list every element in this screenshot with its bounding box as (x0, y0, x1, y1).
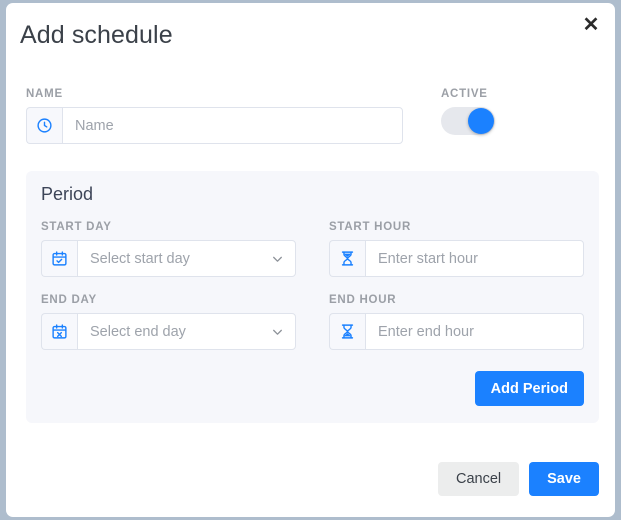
hourglass-full-icon (329, 240, 365, 277)
close-icon[interactable]: ✕ (578, 12, 604, 38)
start-hour-label: START HOUR (329, 221, 412, 233)
active-label: ACTIVE (441, 88, 488, 100)
hourglass-empty-icon (329, 313, 365, 350)
start-day-group: START DAY Select start day (41, 221, 296, 277)
dialog-header: Add schedule ✕ (6, 3, 615, 69)
active-toggle-knob (468, 108, 494, 134)
clock-icon (26, 107, 62, 144)
calendar-check-icon (41, 240, 77, 277)
start-day-select[interactable]: Select start day (77, 240, 296, 277)
save-button[interactable]: Save (529, 462, 599, 496)
end-day-select[interactable]: Select end day (77, 313, 296, 350)
end-hour-input-group (329, 313, 584, 350)
period-title: Period (41, 184, 94, 204)
end-hour-group: END HOUR (329, 294, 584, 350)
end-hour-label: END HOUR (329, 294, 397, 306)
name-field-group: NAME (26, 88, 403, 144)
start-hour-input[interactable] (365, 240, 584, 277)
end-hour-input[interactable] (365, 313, 584, 350)
active-field-group: ACTIVE (441, 88, 495, 135)
period-fields-grid: START DAY Select start day START HOUR En… (41, 221, 584, 350)
cancel-button[interactable]: Cancel (437, 462, 520, 496)
active-toggle[interactable] (441, 107, 495, 135)
start-day-value: Select start day (90, 250, 190, 267)
start-hour-input-group (329, 240, 584, 277)
end-day-value: Select end day (90, 323, 186, 340)
chevron-down-icon (271, 252, 284, 265)
period-panel: Period START DAY Select start day START … (26, 171, 599, 423)
start-hour-group: START HOUR (329, 221, 584, 277)
name-label: NAME (26, 88, 63, 100)
end-day-group: END DAY Select end day (41, 294, 296, 350)
start-day-input-group: Select start day (41, 240, 296, 277)
calendar-x-icon (41, 313, 77, 350)
end-day-input-group: Select end day (41, 313, 296, 350)
chevron-down-icon (271, 325, 284, 338)
name-input-group (26, 107, 403, 144)
add-period-button[interactable]: Add Period (474, 371, 584, 406)
dialog-footer: Cancel Save (437, 462, 599, 496)
name-active-row: NAME ACTIVE (26, 88, 601, 144)
add-schedule-dialog: Add schedule ✕ NAME ACTIVE (6, 3, 615, 517)
name-input[interactable] (62, 107, 403, 144)
page-title: Add schedule (20, 21, 173, 49)
end-day-label: END DAY (41, 294, 97, 306)
start-day-label: START DAY (41, 221, 112, 233)
